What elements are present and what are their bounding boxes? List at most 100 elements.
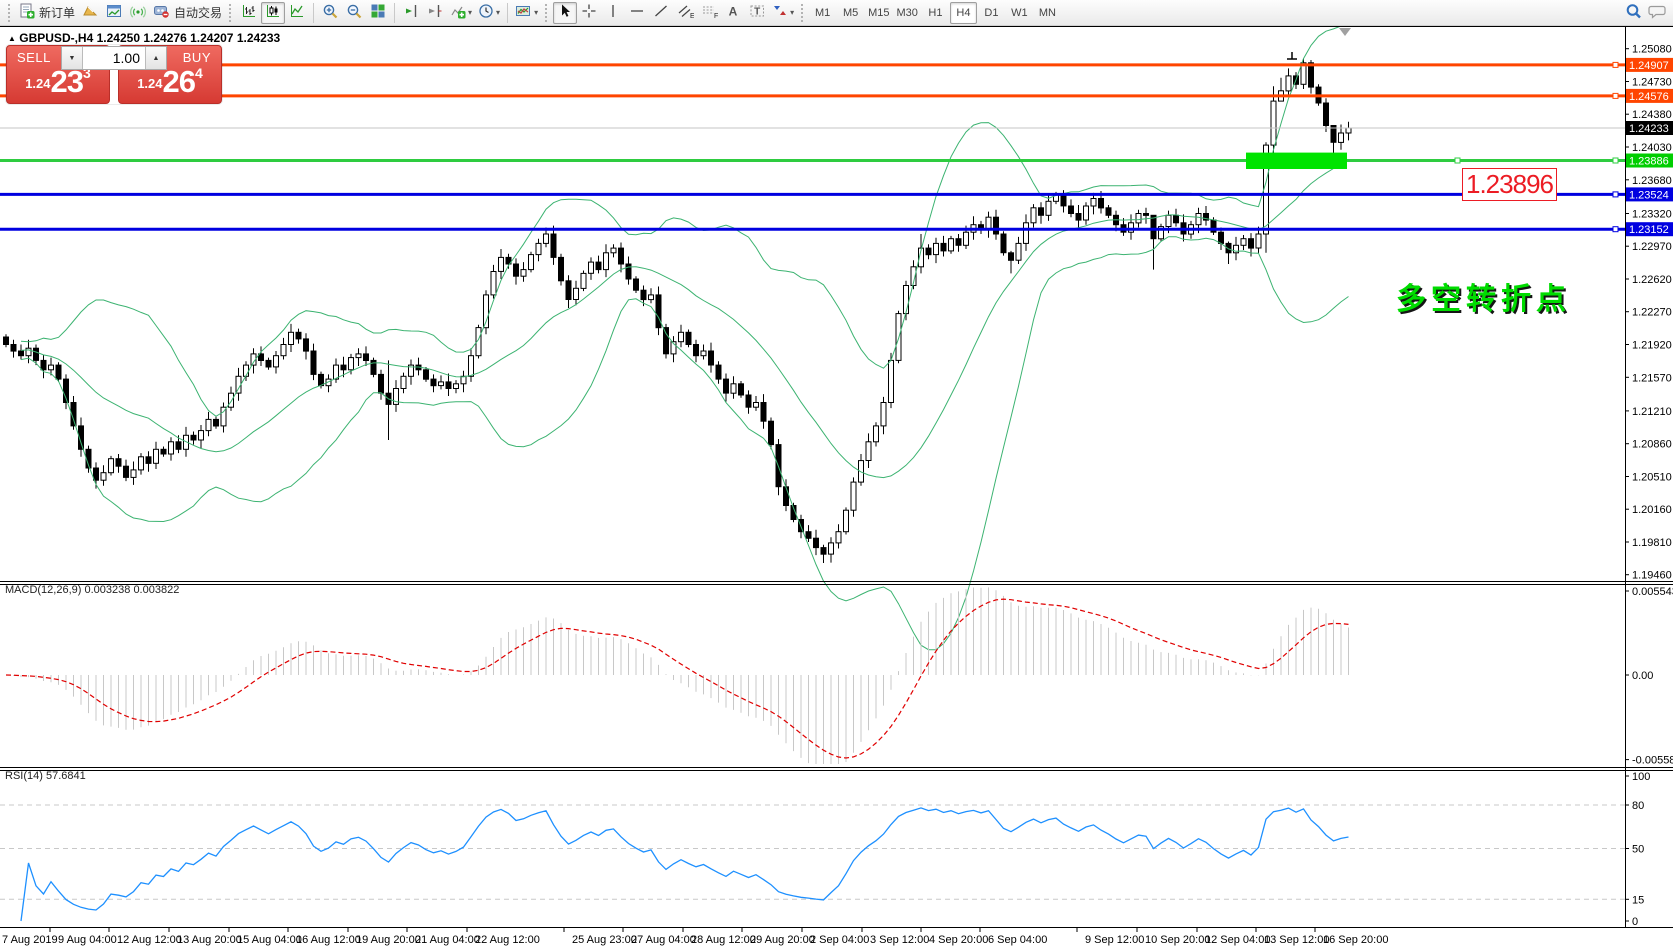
vertical-line-tool-button[interactable] <box>601 2 625 24</box>
svg-text:19 Aug 20:00: 19 Aug 20:00 <box>356 934 421 946</box>
timeframe-h1-button[interactable]: H1 <box>922 2 949 24</box>
svg-text:1.24907: 1.24907 <box>1629 60 1669 72</box>
volume-increase-button[interactable]: ▲ <box>145 47 166 69</box>
timeframe-w1-button[interactable]: W1 <box>1006 2 1033 24</box>
text-tool-button[interactable]: A <box>721 2 745 24</box>
trendline-tool-button[interactable] <box>649 2 673 24</box>
chart-annotation-text[interactable]: 多空转折点 <box>1396 274 1571 318</box>
hline-anchor[interactable] <box>1455 158 1460 163</box>
one-click-trading-panel: SELL 1.24233 BUY 1.24264 ▼ ▲ <box>6 45 222 104</box>
svg-text:1.19810: 1.19810 <box>1632 537 1672 549</box>
autotrading-button[interactable]: 自动交易 <box>150 2 225 24</box>
text-label-tool-button[interactable]: T <box>745 2 769 24</box>
volume-input[interactable] <box>83 47 145 69</box>
search-button[interactable] <box>1621 2 1645 24</box>
svg-text:1.22270: 1.22270 <box>1632 307 1672 319</box>
candlestick-chart-button[interactable] <box>261 2 285 24</box>
svg-text:15 Aug 04:00: 15 Aug 04:00 <box>237 934 302 946</box>
indicators-button[interactable]: ▾ <box>447 2 475 24</box>
zoom-out-button[interactable] <box>342 2 366 24</box>
timeframe-mn-button[interactable]: MN <box>1034 2 1061 24</box>
svg-text:1.22970: 1.22970 <box>1632 241 1672 253</box>
svg-text:100: 100 <box>1632 771 1650 783</box>
bar-chart-icon <box>241 3 257 22</box>
collapse-arrow-icon[interactable]: ▲ <box>8 34 16 43</box>
svg-text:1.24030: 1.24030 <box>1632 142 1672 154</box>
auto-scroll-icon <box>403 3 419 22</box>
timeframe-m1-button[interactable]: M1 <box>809 2 836 24</box>
crosshair-tool-button[interactable] <box>577 2 601 24</box>
dropdown-arrow-icon: ▾ <box>534 8 538 17</box>
svg-text:1.22620: 1.22620 <box>1632 274 1672 286</box>
svg-text:9 Aug 04:00: 9 Aug 04:00 <box>58 934 117 946</box>
line-chart-button[interactable] <box>285 2 309 24</box>
price-chart[interactable]: 1.250801.247301.243801.240301.236801.233… <box>0 26 1673 950</box>
svg-text:50: 50 <box>1632 844 1644 856</box>
svg-text:3 Sep 12:00: 3 Sep 12:00 <box>870 934 929 946</box>
equidistant-channel-tool-button[interactable]: E <box>673 2 697 24</box>
svg-text:28 Aug 12:00: 28 Aug 12:00 <box>691 934 756 946</box>
toolbar-grip[interactable] <box>229 4 233 22</box>
main-toolbar: 新订单 自动交易 ▾ ▾ <box>0 0 1673 26</box>
svg-text:10 Sep 20:00: 10 Sep 20:00 <box>1145 934 1210 946</box>
toolbar-grip[interactable] <box>8 4 12 22</box>
bar-chart-button[interactable] <box>237 2 261 24</box>
chart-shift-icon <box>427 3 443 22</box>
profiles-button[interactable] <box>78 2 102 24</box>
svg-text:12 Sep 04:00: 12 Sep 04:00 <box>1205 934 1270 946</box>
sell-label: SELL <box>17 50 51 65</box>
toolbar-grip[interactable] <box>801 4 805 22</box>
new-order-label: 新订单 <box>39 4 75 21</box>
templates-button[interactable]: ▾ <box>512 2 541 24</box>
chart-shift-button[interactable] <box>423 2 447 24</box>
zoom-in-button[interactable] <box>318 2 342 24</box>
toolbar-separator <box>394 3 395 23</box>
timeframe-m30-button[interactable]: M30 <box>894 2 921 24</box>
fibonacci-tool-button[interactable]: F <box>697 2 721 24</box>
ohlc-close: 1.24233 <box>237 31 280 45</box>
svg-text:7 Aug 2019: 7 Aug 2019 <box>2 934 58 946</box>
signals-button[interactable] <box>126 2 150 24</box>
horizontal-line-tool-button[interactable] <box>625 2 649 24</box>
text-a-icon: A <box>726 3 740 22</box>
text-label-icon: T <box>749 3 766 22</box>
buy-label: BUY <box>183 50 211 65</box>
chart-title: ▲ GBPUSD-,H4 1.24250 1.24276 1.24207 1.2… <box>8 31 280 45</box>
volume-decrease-button[interactable]: ▼ <box>62 47 83 69</box>
periods-button[interactable]: ▾ <box>475 2 503 24</box>
arrows-tool-button[interactable]: ▾ <box>769 2 797 24</box>
toolbar-separator <box>313 3 314 23</box>
chat-button[interactable] <box>1645 2 1669 24</box>
timeframe-d1-button[interactable]: D1 <box>978 2 1005 24</box>
timeframe-toolbar: M1M5M15M30H1H4D1W1MN <box>809 2 1061 24</box>
cursor-tool-button[interactable] <box>553 2 577 24</box>
new-chart-button[interactable] <box>102 2 126 24</box>
svg-text:1.19460: 1.19460 <box>1632 570 1672 582</box>
toolbar-grip[interactable] <box>545 4 549 22</box>
svg-text:1.21570: 1.21570 <box>1632 372 1672 384</box>
price-callout-box[interactable]: 1.23896 <box>1462 168 1557 201</box>
timeframe-h4-button[interactable]: H4 <box>950 2 977 24</box>
svg-text:1.21210: 1.21210 <box>1632 406 1672 418</box>
timeframe-m15-button[interactable]: M15 <box>865 2 892 24</box>
new-order-icon <box>19 3 35 22</box>
candlestick-chart-icon <box>265 3 281 22</box>
svg-text:25 Aug 23:00: 25 Aug 23:00 <box>572 934 637 946</box>
svg-text:-0.005583: -0.005583 <box>1632 755 1673 767</box>
equidistant-channel-icon: E <box>677 3 694 22</box>
svg-text:E: E <box>690 13 694 19</box>
new-order-button[interactable]: 新订单 <box>16 2 78 24</box>
svg-text:1.24576: 1.24576 <box>1629 91 1669 103</box>
ohlc-open: 1.24250 <box>97 31 140 45</box>
tile-windows-button[interactable] <box>366 2 390 24</box>
profiles-icon <box>82 3 98 22</box>
indicators-icon <box>450 3 466 22</box>
timeframe-m5-button[interactable]: M5 <box>837 2 864 24</box>
support-rectangle-object[interactable] <box>1246 153 1347 169</box>
ohlc-low: 1.24207 <box>190 31 233 45</box>
svg-text:1.24730: 1.24730 <box>1632 77 1672 89</box>
svg-text:0.005543: 0.005543 <box>1632 586 1673 598</box>
auto-scroll-button[interactable] <box>399 2 423 24</box>
svg-text:27 Aug 04:00: 27 Aug 04:00 <box>631 934 696 946</box>
svg-text:16 Aug 12:00: 16 Aug 12:00 <box>296 934 361 946</box>
